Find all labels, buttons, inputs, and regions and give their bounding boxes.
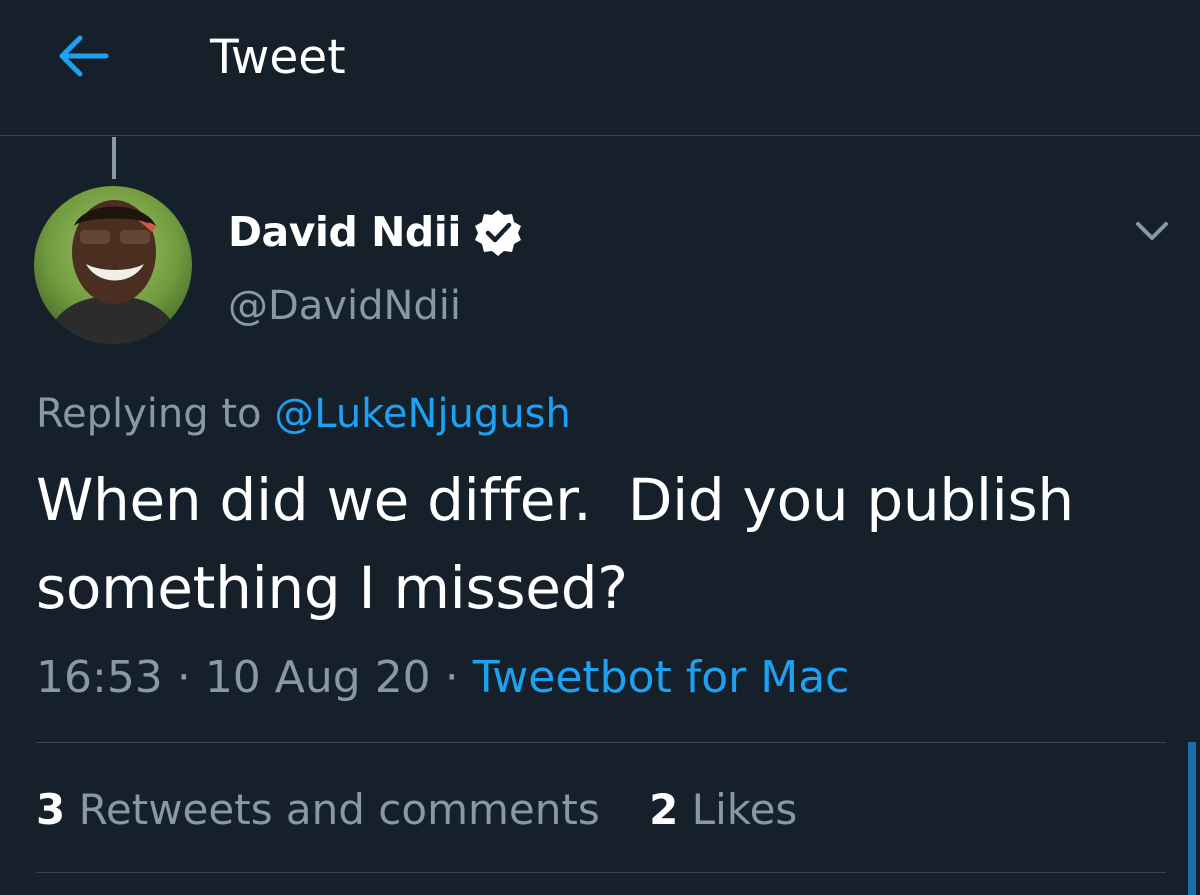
more-options-button[interactable] [1130, 210, 1174, 250]
divider [36, 742, 1166, 743]
retweets-label: Retweets and comments [78, 785, 600, 834]
likes-label: Likes [691, 785, 798, 834]
scrollbar[interactable] [1188, 742, 1196, 895]
avatar[interactable] [34, 186, 192, 344]
tweet-time: 16:53 [36, 652, 163, 703]
replying-to-handle[interactable]: @LukeNjugush [274, 391, 571, 437]
author-handle[interactable]: @DavidNdii [228, 278, 461, 334]
replying-to: Replying to @LukeNjugush [36, 386, 571, 442]
top-bar: Tweet [0, 0, 1200, 136]
retweets-stat[interactable]: 3 Retweets and comments [36, 785, 613, 834]
tweet-date: 10 Aug 20 [204, 652, 431, 703]
likes-count: 2 [649, 785, 679, 834]
tweet-text: When did we differ. Did you publish some… [36, 466, 1074, 622]
author-name-row[interactable]: David Ndii [228, 202, 523, 262]
tweet-metadata: 16:53 · 10 Aug 20 · Tweetbot for Mac [36, 648, 849, 708]
verified-badge-icon [474, 210, 521, 256]
back-button[interactable] [52, 30, 112, 82]
replying-to-label: Replying to [36, 391, 262, 437]
meta-separator: · [444, 652, 459, 703]
tweet-stats: 3 Retweets and comments 2 Likes [36, 780, 797, 840]
author-name: David Ndii [228, 208, 461, 256]
avatar-image [34, 186, 192, 344]
likes-stat[interactable]: 2 Likes [649, 785, 797, 834]
tweet-client-link[interactable]: Tweetbot for Mac [473, 652, 850, 703]
chevron-down-icon [1136, 222, 1168, 240]
page-title: Tweet [210, 30, 346, 85]
arrow-left-icon [59, 35, 109, 77]
meta-separator: · [176, 652, 191, 703]
divider [36, 872, 1166, 873]
retweets-count: 3 [36, 785, 66, 834]
thread-connector-line [112, 137, 116, 179]
